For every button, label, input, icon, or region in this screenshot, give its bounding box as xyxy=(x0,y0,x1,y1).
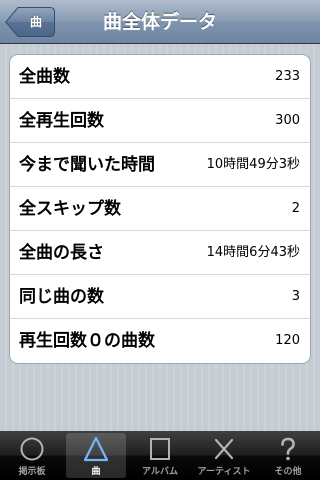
app-screen: 曲 曲全体データ 全曲数 233 全再生回数 300 今まで聞いた時間 10時間… xyxy=(0,0,320,480)
tab-label: 曲 xyxy=(91,467,101,477)
tab-label: その他 xyxy=(274,467,302,477)
tab-artists[interactable]: アーティスト xyxy=(194,433,254,478)
stat-value: 233 xyxy=(275,69,300,84)
stat-row-total-songs: 全曲数 233 xyxy=(10,55,310,99)
tab-board[interactable]: 掲示板 xyxy=(2,433,62,478)
stat-label: 同じ曲の数 xyxy=(19,287,104,307)
stat-value: 14時間6分43秒 xyxy=(206,245,300,260)
stat-value: 10時間49分3秒 xyxy=(206,157,300,172)
stat-label: 全曲数 xyxy=(19,67,70,87)
tab-label: アーティスト xyxy=(197,467,251,477)
triangle-icon xyxy=(83,436,109,462)
tab-albums[interactable]: アルバム xyxy=(130,433,190,478)
stat-value: 3 xyxy=(291,289,300,304)
stat-value: 300 xyxy=(275,113,300,128)
stats-table: 全曲数 233 全再生回数 300 今まで聞いた時間 10時間49分3秒 全スキ… xyxy=(9,54,311,364)
tab-label: アルバム xyxy=(142,467,178,477)
tab-bar: 掲示板 曲 アルバム アーティスト その他 xyxy=(0,431,320,480)
stat-value: 2 xyxy=(291,201,300,216)
tab-label: 掲示板 xyxy=(18,467,46,477)
stat-value: 120 xyxy=(275,333,300,348)
stat-row-total-skips: 全スキップ数 2 xyxy=(10,187,310,231)
page-title: 曲全体データ xyxy=(102,11,217,33)
stat-label: 全スキップ数 xyxy=(19,199,121,219)
stat-row-unplayed-songs: 再生回数０の曲数 120 xyxy=(10,319,310,363)
stat-row-total-plays: 全再生回数 300 xyxy=(10,99,310,143)
circle-icon xyxy=(20,437,44,461)
stat-label: 再生回数０の曲数 xyxy=(19,331,155,351)
square-icon xyxy=(150,438,170,460)
stat-row-duplicate-songs: 同じ曲の数 3 xyxy=(10,275,310,319)
back-button-label: 曲 xyxy=(29,15,42,29)
stat-label: 全再生回数 xyxy=(19,111,104,131)
back-button[interactable]: 曲 xyxy=(5,7,55,37)
navigation-bar: 曲 曲全体データ xyxy=(0,0,320,44)
question-icon xyxy=(281,437,295,461)
tab-other[interactable]: その他 xyxy=(258,433,318,478)
stat-label: 全曲の長さ xyxy=(19,243,104,263)
tab-songs[interactable]: 曲 xyxy=(66,433,126,478)
stat-row-listened-time: 今まで聞いた時間 10時間49分3秒 xyxy=(10,143,310,187)
stat-label: 今まで聞いた時間 xyxy=(19,155,155,175)
cross-icon xyxy=(214,438,234,460)
stat-row-total-length: 全曲の長さ 14時間6分43秒 xyxy=(10,231,310,275)
